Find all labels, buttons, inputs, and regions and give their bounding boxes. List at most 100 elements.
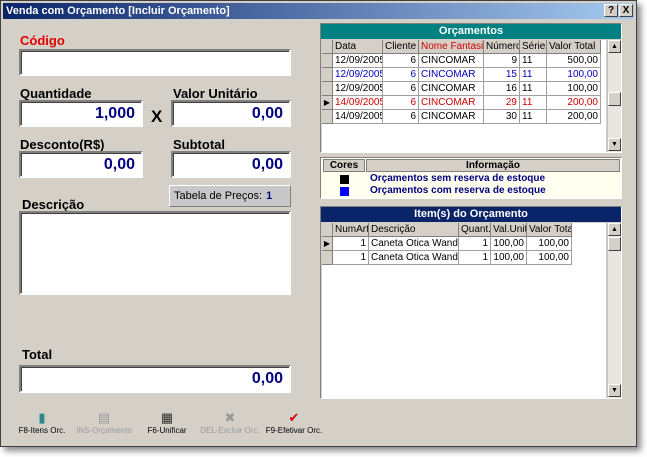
quantidade-input[interactable]: 1,000 <box>19 100 143 127</box>
orcamentos-grid[interactable]: Data Cliente Nome Fantasia Número Série Valor… <box>322 40 606 152</box>
itens-grid[interactable]: NumArt Descrição Quant. Val.Unit. Valor Tota… <box>322 223 606 398</box>
legend-text: Orçamentos sem reserva de estoque <box>370 173 546 184</box>
orcamento-cell: 500,00 <box>547 54 601 68</box>
tabela-value: 1 <box>266 190 273 202</box>
toolbar-button: ▤ INS-Orçamento <box>69 410 139 440</box>
orcamento-cell: CINCOMAR <box>419 68 484 82</box>
help-button[interactable]: ? <box>604 4 618 17</box>
item-header-indicator <box>322 223 333 237</box>
item-column-header[interactable]: Descrição <box>369 223 459 237</box>
quantidade-label: Quantidade <box>20 86 92 101</box>
subtotal-output: 0,00 <box>171 151 291 178</box>
orcamento-cell: 6 <box>383 96 419 110</box>
orcamento-cell: 11 <box>520 82 547 96</box>
descricao-textarea[interactable] <box>19 211 291 295</box>
item-column-header[interactable]: Valor Tota <box>527 223 572 237</box>
item-header-row: NumArt Descrição Quant. Val.Unit. Valor Tota <box>322 223 606 237</box>
toolbar-button-label: F6-Unificar <box>147 426 187 435</box>
orcamento-header-row: Data Cliente Nome Fantasia Número Série Valor… <box>322 40 606 54</box>
toolbar-button-label: F9-Efetivar Orc. <box>265 426 323 435</box>
orcamento-column-header[interactable]: Nome Fantasia <box>419 40 484 54</box>
itens-panel: Item(s) do Orçamento NumArt Descrição Quan… <box>320 206 622 399</box>
item-row[interactable]: 1 Caneta Otica Wand 1 100,00 100,00 <box>322 251 606 265</box>
legend-panel: Cores Informação Orçamentos sem reserva … <box>320 157 622 199</box>
scroll-thumb[interactable] <box>608 237 621 251</box>
orcamento-column-header[interactable]: Série <box>520 40 547 54</box>
orcamento-cell: 12/09/2005 <box>333 82 383 96</box>
itens-scrollbar[interactable]: ▲ ▼ <box>607 223 621 398</box>
orcamento-column-header[interactable]: Número <box>484 40 520 54</box>
color-swatch <box>340 187 349 196</box>
orcamento-cell: 11 <box>520 68 547 82</box>
orcamento-cell: 6 <box>383 54 419 68</box>
orcamento-cell: 11 <box>520 110 547 124</box>
orcamento-column-header[interactable]: Data <box>333 40 383 54</box>
orcamento-cell: 11 <box>520 96 547 110</box>
orcamento-cell: 30 <box>484 110 520 124</box>
desconto-input[interactable]: 0,00 <box>19 151 143 178</box>
orcamento-row[interactable]: 12/09/2005 6 CINCOMAR 15 11 100,00 <box>322 68 606 82</box>
orcamento-cell: 15 <box>484 68 520 82</box>
orcamento-cell: 6 <box>383 68 419 82</box>
desconto-label: Desconto(R$) <box>20 137 105 152</box>
orcamento-row[interactable]: ▶ 14/09/2005 6 CINCOMAR 29 11 200,00 <box>322 96 606 110</box>
orcamento-row[interactable]: 14/09/2005 6 CINCOMAR 30 11 200,00 <box>322 110 606 124</box>
orcamento-cell: 200,00 <box>547 96 601 110</box>
orcamento-row[interactable]: 12/09/2005 6 CINCOMAR 16 11 100,00 <box>322 82 606 96</box>
orcamento-cell: 9 <box>484 54 520 68</box>
scroll-up-icon[interactable]: ▲ <box>608 40 621 53</box>
new-document-icon: ▤ <box>97 410 111 425</box>
valor-unitario-input[interactable]: 0,00 <box>171 100 291 127</box>
close-button[interactable]: X <box>619 4 633 17</box>
toolbar-button[interactable]: ✔ F9-Efetivar Orc. <box>259 410 329 440</box>
orcamento-cell: CINCOMAR <box>419 110 484 124</box>
item-cell: 100,00 <box>527 251 572 265</box>
itens-title: Item(s) do Orçamento <box>321 207 621 222</box>
multiply-sign: X <box>151 107 163 126</box>
orcamento-header-indicator <box>322 40 333 54</box>
item-column-header[interactable]: NumArt <box>333 223 369 237</box>
item-row[interactable]: ▶ 1 Caneta Otica Wand 1 100,00 100,00 <box>322 237 606 251</box>
toolbar-button[interactable]: ▮ F8-Itens Orc. <box>7 410 77 440</box>
subtotal-label: Subtotal <box>173 137 225 152</box>
orcamento-cell: CINCOMAR <box>419 54 484 68</box>
informacao-header: Informação <box>366 159 620 172</box>
descricao-label: Descrição <box>22 197 85 212</box>
scroll-down-icon[interactable]: ▼ <box>608 384 621 397</box>
orcamento-row-indicator <box>322 68 333 82</box>
orcamento-cell: 6 <box>383 110 419 124</box>
window-title: Venda com Orçamento [Incluir Orçamento] <box>6 5 230 17</box>
orcamento-cell: CINCOMAR <box>419 82 484 96</box>
item-column-header[interactable]: Quant. <box>459 223 491 237</box>
toolbar-button-label: INS-Orçamento <box>76 426 132 435</box>
tabela-precos: Tabela de Preços: 1 <box>169 185 291 207</box>
item-cell: Caneta Otica Wand <box>369 237 459 251</box>
item-column-header[interactable]: Val.Unit. <box>491 223 527 237</box>
codigo-input[interactable] <box>19 49 291 76</box>
orcamento-column-header[interactable]: Cliente <box>383 40 419 54</box>
scroll-up-icon[interactable]: ▲ <box>608 223 621 236</box>
scroll-thumb[interactable] <box>608 92 621 106</box>
cores-header: Cores <box>323 159 365 172</box>
toolbar-button[interactable]: ▦ F6-Unificar <box>132 410 202 440</box>
orcamento-cell: 14/09/2005 <box>333 96 383 110</box>
item-cell: 100,00 <box>491 251 527 265</box>
codigo-label: Código <box>20 33 65 48</box>
orcamento-cell: 12/09/2005 <box>333 68 383 82</box>
orcamento-column-header[interactable]: Valor Total <box>547 40 601 54</box>
orcamento-cell: 100,00 <box>547 82 601 96</box>
orcamento-row-indicator <box>322 54 333 68</box>
color-swatch <box>340 175 349 184</box>
orcamento-cell: 29 <box>484 96 520 110</box>
item-cell: 1 <box>459 237 491 251</box>
item-cell: 1 <box>333 251 369 265</box>
item-row-indicator <box>322 251 333 265</box>
total-label: Total <box>22 347 53 362</box>
document-icon: ▮ <box>38 410 46 425</box>
scroll-down-icon[interactable]: ▼ <box>608 138 621 151</box>
item-cell: 100,00 <box>527 237 572 251</box>
orcamentos-scrollbar[interactable]: ▲ ▼ <box>607 40 621 152</box>
total-output: 0,00 <box>19 365 291 393</box>
orcamento-row-indicator <box>322 110 333 124</box>
orcamento-row[interactable]: 12/09/2005 6 CINCOMAR 9 11 500,00 <box>322 54 606 68</box>
